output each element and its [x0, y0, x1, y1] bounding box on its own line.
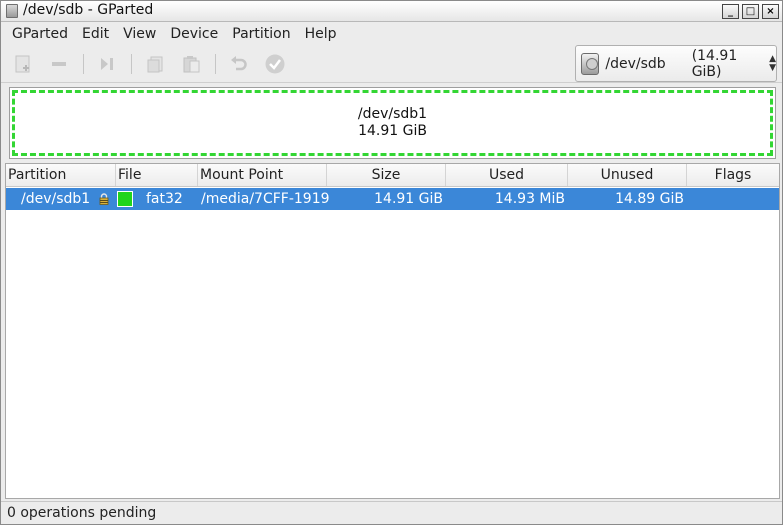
- undo-icon[interactable]: [227, 53, 251, 75]
- cell-partition: /dev/sdb1: [21, 191, 91, 207]
- menu-gparted[interactable]: GParted: [5, 23, 75, 45]
- toolbar-separator: [131, 54, 132, 74]
- gparted-window: /dev/sdb - GParted _ □ × GParted Edit Vi…: [0, 0, 783, 525]
- status-bar: 0 operations pending: [1, 501, 782, 524]
- col-mount-point[interactable]: Mount Point: [198, 164, 327, 186]
- window-controls: _ □ ×: [722, 4, 779, 19]
- partition-map: /dev/sdb1 14.91 GiB: [9, 87, 776, 159]
- cell-size: 14.91 GiB: [374, 191, 443, 207]
- map-partition-name: /dev/sdb1: [357, 106, 428, 122]
- minimize-button[interactable]: _: [722, 4, 739, 19]
- harddisk-icon: [581, 52, 600, 75]
- close-button[interactable]: ×: [762, 4, 779, 19]
- cell-used: 14.93 MiB: [494, 191, 565, 207]
- table-row[interactable]: /dev/sdb1 fat32 /media/7CFF-1919 14.91 G…: [6, 188, 779, 210]
- window-title: /dev/sdb - GParted: [23, 2, 154, 18]
- toolbar-separator: [83, 54, 84, 74]
- device-size: (14.91 GiB): [691, 47, 738, 80]
- maximize-button[interactable]: □: [742, 4, 759, 19]
- menu-bar: GParted Edit View Device Partition Help: [1, 22, 782, 46]
- col-file-system[interactable]: File System: [116, 164, 198, 205]
- delete-icon[interactable]: [47, 53, 71, 75]
- menu-view[interactable]: View: [116, 23, 163, 45]
- cell-file-system: fat32: [146, 191, 183, 207]
- apply-icon[interactable]: [263, 53, 287, 75]
- col-size[interactable]: Size: [327, 164, 446, 186]
- col-used[interactable]: Used: [446, 164, 568, 186]
- toolbar-separator: [215, 54, 216, 74]
- col-flags[interactable]: Flags: [687, 164, 779, 186]
- paste-icon[interactable]: [179, 53, 203, 75]
- cell-mount-point: /media/7CFF-1919: [201, 191, 330, 207]
- partition-map-sdb1[interactable]: /dev/sdb1 14.91 GiB: [12, 90, 773, 156]
- device-selector[interactable]: /dev/sdb (14.91 GiB) ▲ ▼: [575, 45, 777, 82]
- cell-unused: 14.89 GiB: [615, 191, 684, 207]
- table-header: Partition File System Mount Point Size U…: [6, 164, 779, 205]
- app-icon: [6, 4, 18, 18]
- new-icon[interactable]: [11, 53, 35, 75]
- device-name: /dev/sdb: [605, 55, 666, 72]
- fs-color-swatch: [117, 191, 133, 207]
- lock-icon: [99, 193, 109, 205]
- map-partition-size: 14.91 GiB: [358, 123, 427, 139]
- title-bar: /dev/sdb - GParted _ □ ×: [1, 1, 782, 22]
- partition-table: Partition File System Mount Point Size U…: [5, 163, 780, 499]
- cell-flags: [687, 188, 779, 210]
- menu-edit[interactable]: Edit: [75, 23, 116, 45]
- resize-move-icon[interactable]: [95, 53, 119, 75]
- col-unused[interactable]: Unused: [568, 164, 687, 186]
- chevron-updown-icon: ▲ ▼: [769, 53, 776, 73]
- menu-help[interactable]: Help: [298, 23, 344, 45]
- menu-partition[interactable]: Partition: [225, 23, 297, 45]
- menu-device[interactable]: Device: [163, 23, 225, 45]
- col-partition[interactable]: Partition: [6, 164, 116, 186]
- copy-icon[interactable]: [143, 53, 167, 75]
